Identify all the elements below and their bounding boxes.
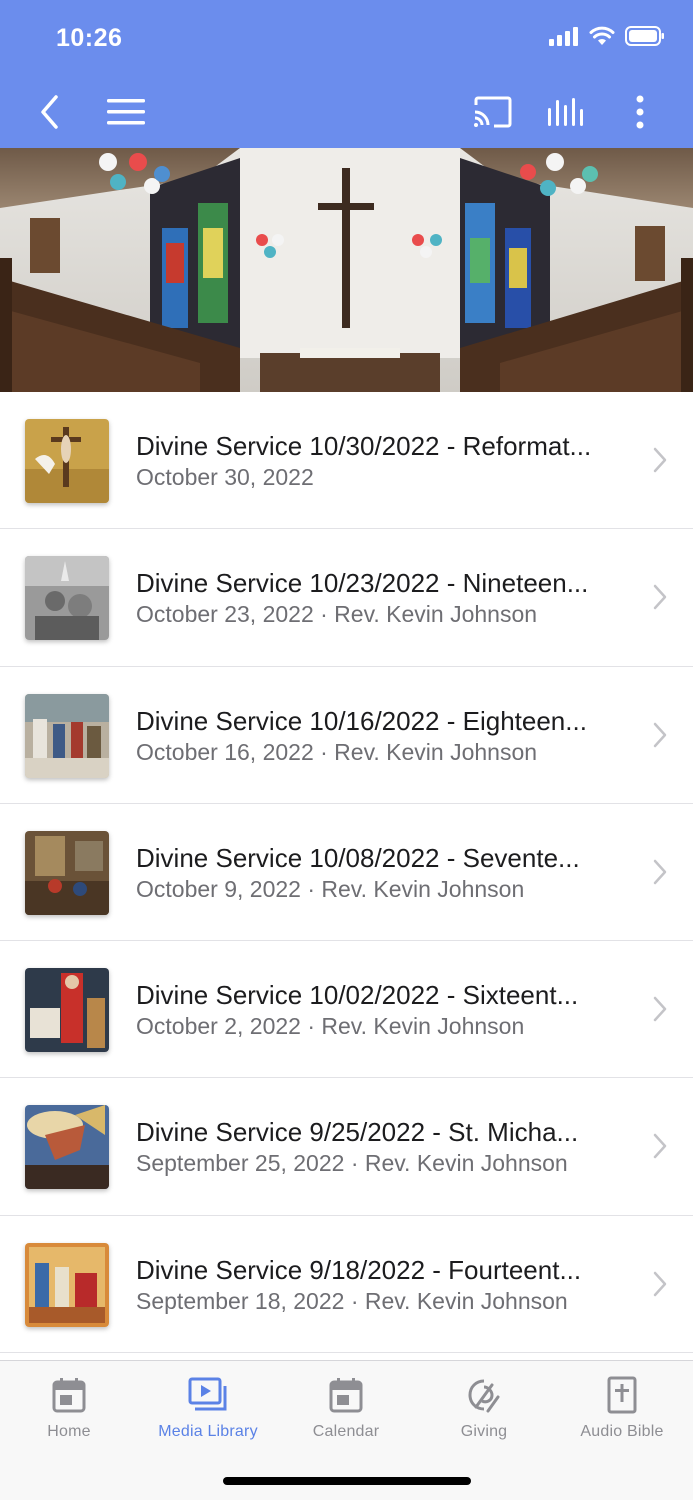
- chevron-right-icon: [653, 585, 667, 610]
- media-item[interactable]: Divine Service 9/18/2022 - Fourteent... …: [0, 1216, 693, 1354]
- media-item[interactable]: Divine Service 10/08/2022 - Sevente... O…: [0, 804, 693, 942]
- media-item-subtitle: October 9, 2022 · Rev. Kevin Johnson: [136, 875, 525, 902]
- sermon-thumbnail: [25, 968, 109, 1053]
- hamburger-icon: [107, 99, 145, 125]
- tab-audio-bible[interactable]: Audio Bible: [553, 1375, 691, 1441]
- bible-icon: [607, 1376, 637, 1414]
- sermon-thumbnail: [25, 693, 109, 778]
- more-vertical-icon: [636, 95, 644, 129]
- tab-home[interactable]: Home: [0, 1375, 138, 1441]
- sermon-thumbnail: [25, 1105, 109, 1190]
- media-item-title: Divine Service 10/23/2022 - Nineteen...: [136, 568, 589, 599]
- sermon-thumbnail: [25, 419, 109, 503]
- status-icons: [549, 26, 665, 46]
- menu-button[interactable]: [104, 90, 148, 134]
- signal-icon: [549, 27, 578, 46]
- cast-button[interactable]: [470, 90, 514, 134]
- chevron-right-icon: [653, 859, 667, 885]
- chevron-right-icon: [653, 1271, 667, 1297]
- media-item-subtitle: September 25, 2022 · Rev. Kevin Johnson: [136, 1150, 568, 1177]
- audio-bars-icon: [548, 98, 583, 126]
- calendar-icon: [329, 1378, 363, 1413]
- sermon-thumbnail: [25, 1242, 109, 1327]
- status-time: 10:26: [56, 24, 123, 52]
- media-item-title: Divine Service 9/18/2022 - Fourteent...: [136, 1254, 582, 1285]
- calendar-icon: [52, 1378, 86, 1413]
- media-item[interactable]: Divine Service 10/16/2022 - Eighteen... …: [0, 667, 693, 804]
- media-item-title: Divine Service 10/30/2022 - Reformat...: [136, 431, 592, 461]
- media-item-title: Divine Service 10/08/2022 - Sevente...: [136, 842, 580, 873]
- media-item-subtitle: October 2, 2022 · Rev. Kevin Johnson: [136, 1013, 525, 1040]
- media-item-subtitle: October 16, 2022 · Rev. Kevin Johnson: [136, 738, 538, 765]
- back-button[interactable]: [28, 90, 72, 134]
- tab-label: Calendar: [312, 1423, 380, 1440]
- tab-label: Media Library: [158, 1423, 258, 1440]
- media-item[interactable]: Divine Service 10/30/2022 - Reformat... …: [0, 392, 693, 530]
- media-item-title: Divine Service 9/25/2022 - St. Micha...: [136, 1117, 579, 1148]
- chevron-right-icon: [653, 1134, 667, 1159]
- tab-calendar[interactable]: Calendar: [277, 1375, 415, 1441]
- tab-label: Giving: [460, 1423, 508, 1440]
- audio-button[interactable]: [544, 90, 588, 134]
- media-item[interactable]: Divine Service 10/23/2022 - Nineteen... …: [0, 529, 693, 667]
- media-item-subtitle: October 30, 2022: [136, 464, 314, 490]
- tab-media-library[interactable]: Media Library: [139, 1375, 277, 1441]
- giving-icon: [468, 1379, 500, 1413]
- media-item-title: Divine Service 10/02/2022 - Sixteent...: [136, 980, 579, 1011]
- media-item-subtitle: October 23, 2022 · Rev. Kevin Johnson: [136, 601, 538, 628]
- church-banner-image: [0, 148, 693, 392]
- more-button[interactable]: [618, 90, 662, 134]
- media-item-subtitle: September 18, 2022 · Rev. Kevin Johnson: [136, 1287, 568, 1314]
- tab-giving[interactable]: Giving: [415, 1375, 553, 1441]
- sermon-thumbnail: [25, 556, 109, 641]
- media-list: Divine Service 10/30/2022 - Reformat... …: [0, 392, 693, 1354]
- chevron-right-icon: [653, 996, 667, 1022]
- cast-icon: [474, 96, 512, 128]
- media-item[interactable]: Divine Service 10/02/2022 - Sixteent... …: [0, 941, 693, 1079]
- sermon-thumbnail: [25, 830, 109, 915]
- home-indicator: [223, 1477, 471, 1485]
- battery-icon: [625, 26, 664, 46]
- chevron-right-icon: [653, 447, 667, 473]
- app-header: 10:26: [0, 0, 693, 148]
- media-library-icon: [188, 1377, 227, 1411]
- wifi-icon: [589, 26, 615, 45]
- media-item[interactable]: Divine Service 9/25/2022 - St. Micha... …: [0, 1078, 693, 1216]
- tab-label: Audio Bible: [580, 1423, 664, 1440]
- tab-label: Home: [47, 1423, 91, 1440]
- chevron-right-icon: [653, 722, 667, 747]
- media-item-title: Divine Service 10/16/2022 - Eighteen...: [136, 705, 587, 736]
- chevron-left-icon: [41, 95, 58, 129]
